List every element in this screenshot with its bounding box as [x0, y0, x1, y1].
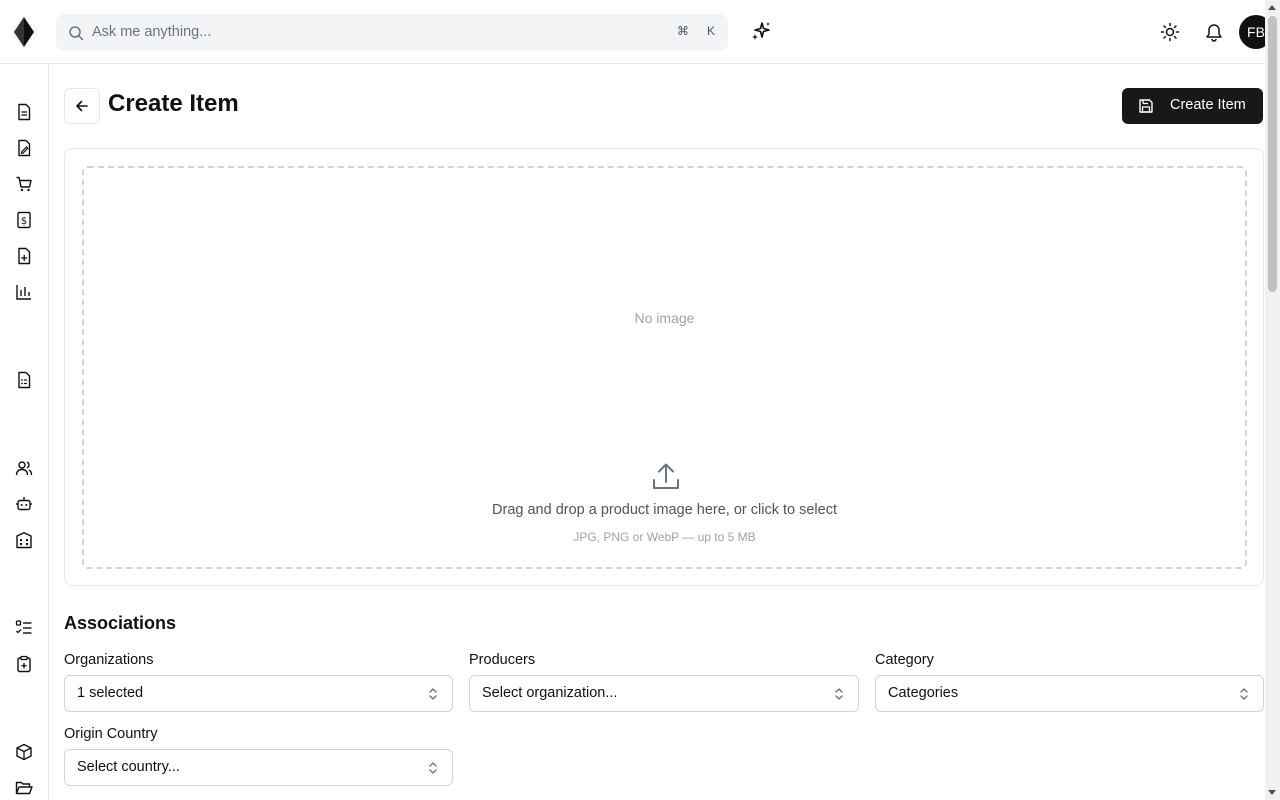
top-bar: Ask me anything... ⌘ K FB	[0, 0, 1280, 64]
bar-chart-icon[interactable]	[15, 283, 33, 301]
logo-icon[interactable]	[14, 17, 34, 47]
scroll-up-arrow-icon[interactable]	[1268, 5, 1276, 10]
svg-text:$: $	[21, 216, 27, 227]
scroll-down-arrow-icon[interactable]	[1268, 790, 1276, 795]
search-icon	[69, 26, 84, 41]
producers-value: Select organization...	[482, 685, 618, 701]
upload-icon	[653, 463, 679, 489]
clipboard-icon[interactable]	[15, 655, 33, 673]
category-select[interactable]: Categories	[875, 675, 1264, 712]
back-button[interactable]	[64, 88, 100, 124]
report-icon[interactable]	[15, 371, 33, 389]
file-plus-icon[interactable]	[15, 247, 33, 265]
organizations-select[interactable]: 1 selected	[64, 675, 453, 712]
origin-country-value: Select country...	[77, 759, 180, 775]
theme-toggle-icon[interactable]	[1160, 22, 1180, 42]
save-icon	[1139, 99, 1153, 113]
dropzone-instruction: Drag and drop a product image here, or c…	[492, 502, 837, 518]
image-card: No image Drag and drop a product image h…	[64, 148, 1264, 586]
chevrons-up-down-icon	[429, 762, 437, 774]
file-edit-icon[interactable]	[15, 139, 33, 157]
origin-country-select[interactable]: Select country...	[64, 749, 453, 786]
scrollbar-thumb[interactable]	[1268, 16, 1277, 292]
producers-select[interactable]: Select organization...	[469, 675, 859, 712]
image-dropzone[interactable]: No image Drag and drop a product image h…	[82, 166, 1247, 569]
users-icon[interactable]	[15, 459, 33, 477]
chevrons-up-down-icon	[429, 688, 437, 700]
bell-icon[interactable]	[1204, 22, 1224, 42]
shopping-cart-icon[interactable]	[15, 175, 33, 193]
producers-label: Producers	[469, 652, 536, 668]
category-label: Category	[875, 652, 934, 668]
no-image-text: No image	[634, 310, 695, 326]
associations-title: Associations	[64, 613, 177, 633]
origin-country-label: Origin Country	[64, 726, 158, 742]
invoice-dollar-icon[interactable]: $	[15, 211, 33, 229]
package-icon[interactable]	[15, 743, 33, 761]
page-scrollbar[interactable]	[1265, 0, 1280, 800]
checklist-icon[interactable]	[15, 619, 33, 637]
dropzone-hint: JPG, PNG or WebP — up to 5 MB	[573, 530, 756, 544]
folder-open-icon[interactable]	[15, 779, 33, 797]
shortcut-modifier: ⌘	[677, 24, 689, 38]
arrow-left-icon	[76, 100, 88, 112]
organizations-value: 1 selected	[77, 685, 144, 701]
search-bar[interactable]: Ask me anything... ⌘ K	[56, 14, 728, 51]
chevrons-up-down-icon	[1240, 688, 1248, 700]
ai-sparkle-icon[interactable]	[750, 20, 772, 42]
sidebar: $	[0, 64, 49, 800]
organizations-label: Organizations	[64, 652, 154, 668]
category-value: Categories	[888, 685, 959, 701]
search-placeholder[interactable]: Ask me anything...	[92, 24, 211, 40]
building-icon[interactable]	[15, 531, 33, 549]
create-item-button[interactable]: Create Item	[1122, 88, 1263, 124]
shortcut-key: K	[707, 24, 716, 38]
document-icon[interactable]	[15, 103, 33, 121]
chevrons-up-down-icon	[835, 688, 843, 700]
page-title: Create Item	[108, 90, 239, 117]
bot-icon[interactable]	[15, 495, 33, 513]
create-item-label: Create Item	[1170, 97, 1246, 113]
